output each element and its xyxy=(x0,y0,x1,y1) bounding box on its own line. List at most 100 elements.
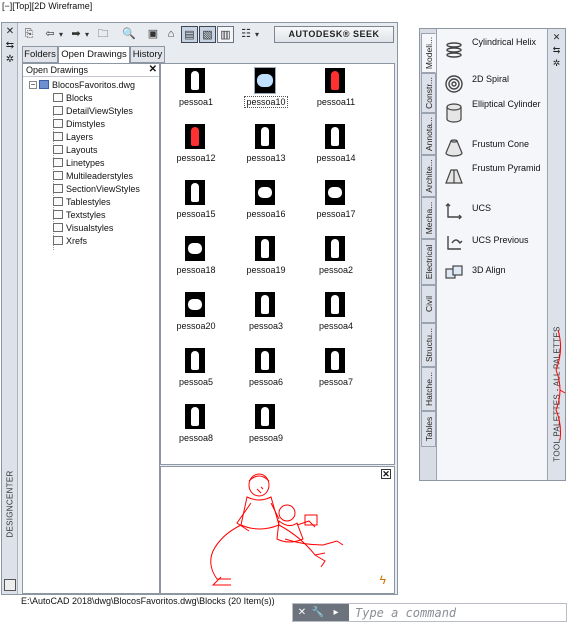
block-item[interactable]: pessoa5 xyxy=(161,344,231,400)
autodesk-seek-button[interactable]: AUTODESK® SEEK xyxy=(274,26,394,43)
tree-item-layers[interactable]: Layers xyxy=(53,131,93,144)
block-preview-drawing xyxy=(210,473,344,586)
properties-icon[interactable]: ✲ xyxy=(4,54,16,66)
collapse-icon[interactable]: − xyxy=(29,81,37,89)
block-item[interactable]: pessoa13 xyxy=(231,120,301,176)
block-item[interactable]: pessoa8 xyxy=(161,400,231,456)
tree-root-drawing[interactable]: BlocosFavoritos.dwg xyxy=(39,79,135,92)
tree-item-dimstyles[interactable]: Dimstyles xyxy=(53,118,105,131)
preview-close-icon[interactable]: ✕ xyxy=(381,469,391,479)
tab-tables[interactable]: Tables xyxy=(421,411,436,447)
preview-toggle-icon[interactable]: ▧ xyxy=(199,26,216,43)
forward-icon[interactable]: ➡ xyxy=(69,26,83,43)
tree-close-icon[interactable]: ✕ xyxy=(149,64,157,76)
tree-item-xrefs[interactable]: Xrefs xyxy=(53,235,87,248)
back-dropdown-icon[interactable]: ▾ xyxy=(57,26,65,43)
spiral-icon xyxy=(445,75,463,93)
block-item[interactable]: pessoa12 xyxy=(161,120,231,176)
tree-item-layouts[interactable]: Layouts xyxy=(53,144,98,157)
back-icon[interactable]: ⇦ xyxy=(43,26,57,43)
command-input[interactable] xyxy=(351,604,565,621)
cylinder-icon xyxy=(446,103,462,123)
forward-dropdown-icon[interactable]: ▾ xyxy=(83,26,91,43)
tool-frustum-cone[interactable]: Frustum Cone xyxy=(440,133,548,163)
block-item[interactable]: pessoa18 xyxy=(161,232,231,288)
block-item[interactable]: pessoa20 xyxy=(161,288,231,344)
tab-constraints[interactable]: Constr... xyxy=(421,73,436,113)
block-item[interactable]: pessoa16 xyxy=(231,176,301,232)
auto-hide-icon[interactable]: ⇆ xyxy=(4,40,16,52)
tree-item-multileaderstyles[interactable]: Multileaderstyles xyxy=(53,170,133,183)
block-item[interactable]: pessoa2 xyxy=(301,232,371,288)
tree-item-blocks[interactable]: Blocks xyxy=(53,92,93,105)
block-item[interactable]: pessoa11 xyxy=(301,64,371,120)
block-item[interactable]: pessoa14 xyxy=(301,120,371,176)
tree-item-detailviewstyles[interactable]: DetailViewStyles xyxy=(53,105,133,118)
load-icon[interactable]: ⎘ xyxy=(23,26,35,43)
tab-structural[interactable]: Structu... xyxy=(421,323,436,367)
block-item[interactable]: pessoa17 xyxy=(301,176,371,232)
auto-hide-icon[interactable]: ⇆ xyxy=(551,45,562,56)
block-item[interactable]: pessoa7 xyxy=(301,344,371,400)
block-thumbnail xyxy=(325,68,345,93)
block-item[interactable]: pessoa1 xyxy=(161,64,231,120)
design-center-palette: ✕ ⇆ ✲ DESIGNCENTER ⎘ ⇦ ▾ ➡ ▾ 🗀 🔍 ▣ ⌂ ▤ ▧… xyxy=(1,22,398,606)
block-thumbnail xyxy=(185,180,205,205)
views-icon[interactable]: ☷ xyxy=(239,26,253,43)
views-dropdown-icon[interactable]: ▾ xyxy=(253,26,261,43)
recent-commands-icon[interactable]: ▸ xyxy=(329,604,343,621)
viewport-label[interactable]: [−][Top][2D Wireframe] xyxy=(2,1,92,11)
cone-icon xyxy=(445,139,463,157)
tool-2d-spiral[interactable]: 2D Spiral xyxy=(440,70,548,100)
tab-mechanical[interactable]: Mecha... xyxy=(421,197,436,239)
tree-item-sectionviewstyles[interactable]: SectionViewStyles xyxy=(53,183,140,196)
block-thumbnail xyxy=(185,68,205,93)
tab-annotation[interactable]: Annota... xyxy=(421,113,436,155)
tool-3d-align[interactable]: 3D Align xyxy=(440,259,548,289)
tool-ucs-previous[interactable]: UCS Previous xyxy=(440,229,548,259)
tab-civil[interactable]: Civil xyxy=(421,285,436,323)
tab-history[interactable]: History xyxy=(130,46,165,63)
tab-folders[interactable]: Folders xyxy=(22,46,58,63)
block-item[interactable]: pessoa4 xyxy=(301,288,371,344)
tab-architectural[interactable]: Archite... xyxy=(421,155,436,197)
block-item[interactable]: pessoa19 xyxy=(231,232,301,288)
block-item[interactable]: pessoa6 xyxy=(231,344,301,400)
home-icon[interactable]: ⌂ xyxy=(163,26,179,43)
block-item[interactable]: pessoa9 xyxy=(231,400,301,456)
up-folder-icon[interactable]: 🗀 xyxy=(95,26,111,43)
tool-frustum-pyramid[interactable]: Frustum Pyramid xyxy=(440,163,548,193)
tree-item-tablestyles[interactable]: Tablestyles xyxy=(53,196,111,209)
tab-modeling[interactable]: Modeli... xyxy=(421,33,436,73)
block-thumbnail xyxy=(185,292,205,317)
favorites-icon[interactable]: ▣ xyxy=(145,26,161,43)
tab-hatches[interactable]: Hatche... xyxy=(421,367,436,411)
properties-icon[interactable]: ✲ xyxy=(551,58,562,69)
block-thumbnail xyxy=(325,180,345,205)
tool-palettes-window: Modeli... Constr... Annota... Archite...… xyxy=(419,28,566,481)
tree-item-textstyles[interactable]: Textstyles xyxy=(53,209,106,222)
design-center-title-bar[interactable]: ✕ ⇆ ✲ DESIGNCENTER xyxy=(2,23,18,594)
close-icon[interactable]: ✕ xyxy=(551,32,562,43)
tree-item-visualstyles[interactable]: Visualstyles xyxy=(53,222,113,235)
block-thumbnail xyxy=(325,292,345,317)
tab-electrical[interactable]: Electrical xyxy=(421,239,436,285)
tree-item-linetypes[interactable]: Linetypes xyxy=(53,157,105,170)
block-item-selected[interactable]: pessoa10 xyxy=(231,64,301,120)
block-thumbnail xyxy=(255,404,275,429)
search-icon[interactable]: 🔍 xyxy=(121,26,137,43)
tree-header: Open Drawings ✕ xyxy=(23,64,159,77)
tool-ucs[interactable]: UCS xyxy=(440,197,548,227)
customize-wrench-icon[interactable]: 🔧 xyxy=(311,604,325,621)
block-item[interactable]: pessoa3 xyxy=(231,288,301,344)
tree-view-toggle-icon[interactable]: ▤ xyxy=(181,26,198,43)
tab-open-drawings[interactable]: Open Drawings xyxy=(58,46,130,64)
close-command-line-icon[interactable]: ✕ xyxy=(295,604,309,621)
block-item[interactable]: pessoa15 xyxy=(161,176,231,232)
block-thumbnail xyxy=(255,348,275,373)
pyramid-icon xyxy=(445,169,463,184)
tool-elliptical-cylinder[interactable]: Elliptical Cylinder xyxy=(440,99,548,129)
tool-cylindrical-helix[interactable]: Cylindrical Helix xyxy=(440,37,548,67)
description-toggle-icon[interactable]: ▥ xyxy=(217,26,234,43)
close-icon[interactable]: ✕ xyxy=(4,26,16,38)
